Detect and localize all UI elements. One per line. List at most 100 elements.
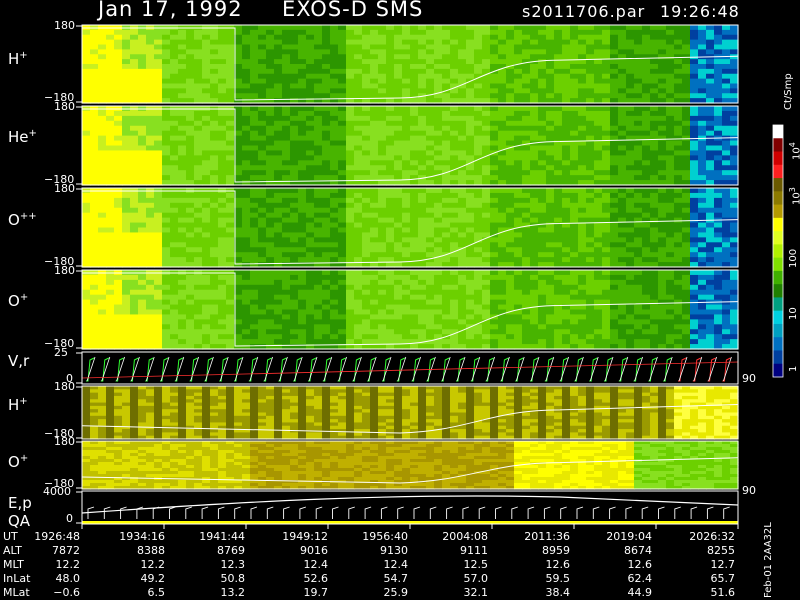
- colorbar-swatch: [773, 125, 783, 139]
- plot-date: Jan 17, 1992: [98, 0, 243, 21]
- ut-cell: 8255: [707, 544, 735, 557]
- ut-cell: 19.7: [303, 586, 329, 599]
- ut-cell: −0.6: [53, 586, 80, 599]
- panel-5: [76, 351, 739, 385]
- colorbar-exponent: 4: [788, 142, 797, 148]
- ut-cell: 12.6: [545, 558, 571, 571]
- ut-cell: 12.4: [303, 558, 329, 571]
- colorbar-tick-label: 1: [788, 365, 799, 372]
- ut-cell: 52.6: [303, 572, 329, 585]
- plot-time: 19:26:48: [660, 2, 740, 21]
- panel-label-sup: +: [19, 292, 29, 303]
- panels-layer: [76, 24, 739, 529]
- ut-cell: 25.9: [383, 586, 409, 599]
- colorbar-unit: Ct/Smp: [783, 73, 794, 110]
- panel-6: [76, 385, 739, 440]
- ut-cell: 38.4: [545, 586, 571, 599]
- colorbar-tick-label: 100: [788, 248, 799, 268]
- ut-cell: 12.3: [220, 558, 246, 571]
- ut-cell: 1926:48: [34, 530, 80, 543]
- panel-label: V,r: [8, 352, 29, 370]
- x-ticks: [81, 524, 739, 529]
- colorbar-swatch: [773, 297, 783, 312]
- ut-cell: 62.4: [627, 572, 653, 585]
- colorbar-swatch: [773, 191, 783, 206]
- colorbar-swatch: [773, 363, 783, 378]
- panel-label-2: QA: [8, 512, 31, 530]
- ut-cell: 32.1: [463, 586, 489, 599]
- panel-label-text: He: [8, 128, 29, 146]
- panel-label: O+: [8, 292, 28, 310]
- colorbar-swatch: [773, 337, 783, 351]
- ut-cell: 7872: [52, 544, 80, 557]
- panel-label: H+: [8, 50, 28, 68]
- colorbar-swatch: [773, 151, 783, 166]
- ut-cell: 2004:08: [442, 530, 488, 543]
- panel-label-sup: +: [19, 396, 28, 407]
- panel-label-text: V,r: [8, 352, 30, 370]
- colorbar-swatch: [773, 244, 783, 259]
- panel-label-text: O: [8, 292, 20, 310]
- panel-ymax: 180: [54, 182, 75, 195]
- ut-cell: 57.0: [463, 572, 489, 585]
- colorbar-swatch: [773, 323, 783, 338]
- panel-label-sup: +: [28, 128, 37, 139]
- panel-label: O+: [8, 453, 28, 471]
- colorbar: [772, 124, 784, 378]
- colorbar-swatch: [773, 164, 783, 179]
- colorbar-tick-label: 10: [788, 307, 799, 320]
- panel-ymax: 180: [54, 100, 75, 113]
- ut-row: ALT 7872 8388 8769 9016 9130 9111 8959 8674 8255: [0, 544, 760, 558]
- ut-table: UT 1926:48 1934:16 1941:44 1949:12 1956:40 200…: [0, 530, 760, 600]
- ut-cell: 59.5: [545, 572, 571, 585]
- ut-cell: 2011:36: [524, 530, 570, 543]
- plot-instrument: EXOS-D SMS: [282, 0, 424, 21]
- panel-label-sup: +: [19, 453, 29, 464]
- colorbar-swatch: [773, 178, 783, 192]
- panel-label-text: E,p: [8, 494, 32, 512]
- colorbar-swatch: [773, 310, 783, 325]
- ut-cell: 8959: [542, 544, 570, 557]
- ut-cell: 65.7: [710, 572, 736, 585]
- colorbar-swatch: [773, 270, 783, 285]
- ut-cell: 1941:44: [199, 530, 245, 543]
- panel-2: [76, 105, 739, 186]
- panel-7: [76, 440, 739, 490]
- panel-ymax: 180: [54, 19, 75, 32]
- side-note: Feb-01 2AA32L: [763, 522, 774, 598]
- ut-cell: 44.9: [627, 586, 653, 599]
- ut-cell: 54.7: [383, 572, 409, 585]
- ut-cell: 6.5: [147, 586, 166, 599]
- panel-label-sup: +: [19, 50, 28, 61]
- panel-label-sup: ++: [19, 211, 37, 222]
- ut-cell: 49.2: [140, 572, 166, 585]
- colorbar-swatch: [773, 204, 783, 219]
- ut-cell: 2026:32: [689, 530, 735, 543]
- colorbar-swatch: [773, 257, 783, 272]
- ut-cell: 2019:04: [606, 530, 652, 543]
- ut-cell: 12.5: [463, 558, 489, 571]
- panel-label: H+: [8, 396, 28, 414]
- colorbar-swatch: [773, 350, 783, 365]
- ut-cell: 13.2: [220, 586, 246, 599]
- ut-row: InLat 48.0 49.2 50.8 52.6 54.7 57.0 59.5 62.4 65.…: [0, 572, 760, 586]
- ut-row: MLat −0.6 6.5 13.2 19.7 25.9 32.1 38.4 44.9 51.6: [0, 586, 760, 600]
- ut-cell: 1956:40: [362, 530, 408, 543]
- panel-ymax: 25: [54, 346, 68, 359]
- ut-cell: 12.7: [710, 558, 736, 571]
- ut-cell: 50.8: [220, 572, 246, 585]
- spectrogram-plot: [76, 24, 784, 529]
- panel-label-text: H: [8, 50, 20, 68]
- colorbar-tick-label: 103: [788, 187, 800, 205]
- ut-cell: 12.2: [55, 558, 81, 571]
- ut-cell: 8388: [137, 544, 165, 557]
- colorbar-swatch: [773, 284, 783, 298]
- panel-1: [76, 24, 739, 104]
- ut-cell: 51.6: [710, 586, 736, 599]
- panel-ymax: 180: [54, 435, 75, 448]
- ut-cell: 8769: [217, 544, 245, 557]
- ut-cell: 1934:16: [119, 530, 165, 543]
- colorbar-swatch: [773, 138, 783, 153]
- panel-3: [76, 187, 739, 268]
- ut-row: MLT 12.2 12.2 12.3 12.4 12.4 12.5 12.6 12.6 12.7: [0, 558, 760, 572]
